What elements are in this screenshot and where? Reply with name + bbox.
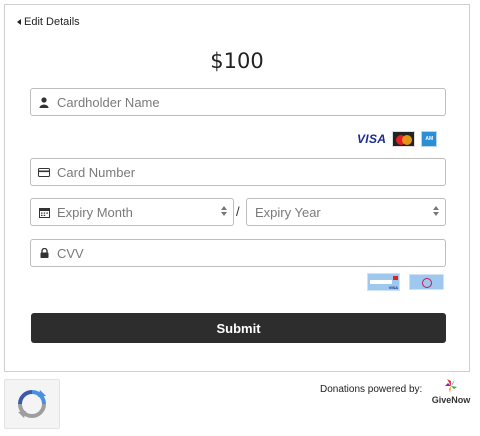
user-icon [31, 96, 57, 108]
credit-card-icon [31, 167, 57, 177]
expiry-year-select[interactable]: Expiry Year [246, 198, 446, 226]
visa-logo: VISA [357, 132, 387, 146]
recaptcha-badge[interactable] [4, 379, 60, 429]
lock-icon [31, 248, 57, 258]
mastercard-icon [392, 131, 416, 147]
cardholder-name-input[interactable]: Cardholder Name [30, 88, 446, 116]
cvv-placeholder: CVV [57, 245, 84, 261]
submit-button[interactable]: Submit [31, 313, 446, 343]
card-number-input[interactable]: Card Number [30, 158, 446, 186]
accepted-cards: VISA AM [357, 131, 438, 147]
amex-card-icon: AM [421, 131, 438, 147]
cvv-location-hints: VISA [367, 273, 444, 291]
cvv-input[interactable]: CVV [30, 239, 446, 267]
expiry-year-placeholder: Expiry Year [255, 204, 321, 220]
payment-form-card: Edit Details $100 Cardholder Name VISA A… [4, 4, 470, 372]
expiry-month-select[interactable]: Expiry Month [30, 198, 234, 226]
recaptcha-icon [18, 390, 46, 418]
givenow-brand-label: GiveNow [431, 395, 471, 405]
select-arrows-icon [433, 206, 439, 216]
caret-left-icon [17, 19, 21, 25]
edit-details-label: Edit Details [24, 16, 80, 28]
donation-amount: $100 [210, 49, 264, 73]
card-number-placeholder: Card Number [57, 164, 136, 180]
select-arrows-icon [221, 206, 227, 216]
givenow-flower-icon [445, 379, 457, 393]
cardholder-name-placeholder: Cardholder Name [57, 94, 160, 110]
powered-by-text: Donations powered by: [320, 384, 423, 395]
cvv-back-of-card-icon: VISA [367, 273, 400, 291]
edit-details-link[interactable]: Edit Details [17, 16, 80, 28]
cvv-front-of-card-icon [409, 274, 444, 290]
calendar-icon [31, 207, 57, 218]
expiry-month-placeholder: Expiry Month [57, 204, 133, 220]
expiry-separator: / [236, 204, 240, 219]
givenow-logo[interactable]: GiveNow [429, 378, 473, 405]
